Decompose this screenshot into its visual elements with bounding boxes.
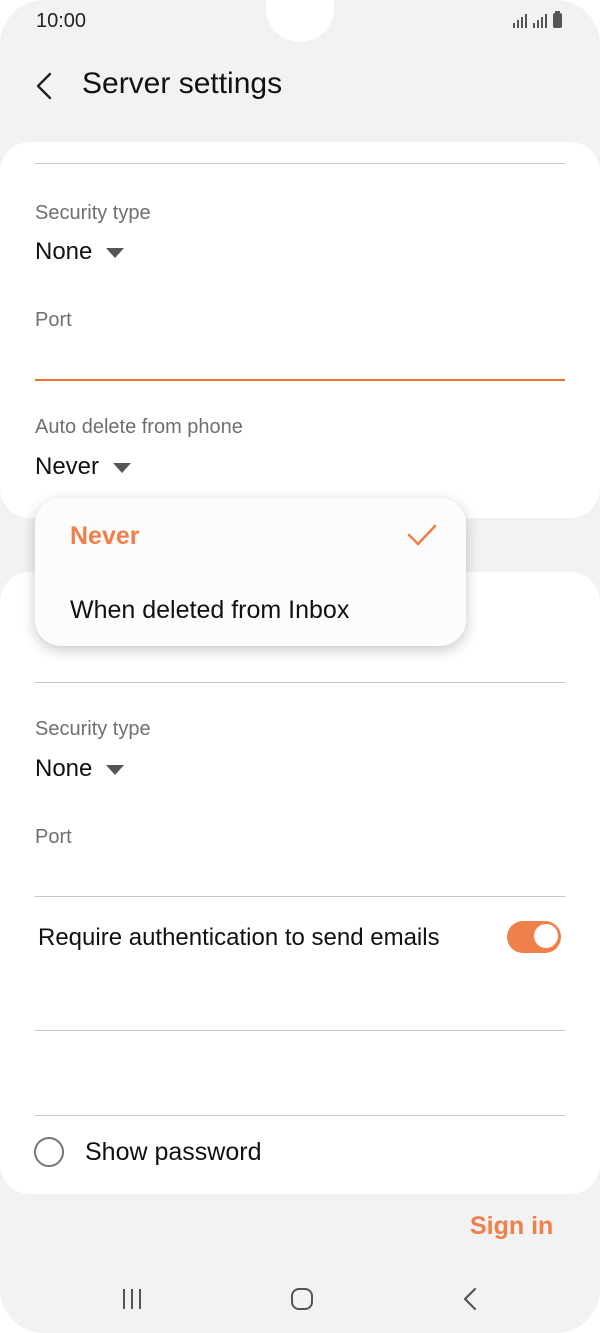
auto-delete-dropdown[interactable]: Never <box>35 453 132 481</box>
show-password-checkbox[interactable] <box>34 1137 64 1167</box>
divider <box>35 163 565 164</box>
show-password-label: Show password <box>85 1138 262 1166</box>
auto-delete-value: Never <box>35 453 100 480</box>
port-label: Port <box>35 826 72 848</box>
camera-notch <box>266 0 334 42</box>
nav-back-icon[interactable] <box>459 1286 483 1312</box>
phone-screen: 10:00 Server settings Security type None <box>0 0 600 1333</box>
status-bar: 10:00 <box>0 0 600 44</box>
port-input[interactable] <box>35 854 565 894</box>
security-type-dropdown[interactable]: None <box>35 238 125 266</box>
chevron-left-icon <box>36 72 52 100</box>
option-never[interactable]: Never <box>70 522 140 551</box>
auto-delete-label: Auto delete from phone <box>35 416 243 438</box>
divider <box>35 1115 565 1116</box>
recent-apps-button[interactable] <box>123 1289 141 1309</box>
require-auth-toggle[interactable] <box>507 921 561 953</box>
back-button[interactable] <box>24 64 68 108</box>
signal-icon-2 <box>533 12 547 28</box>
port-input-underline <box>35 896 565 897</box>
battery-icon <box>553 11 562 28</box>
incoming-settings-card: Security type None Port Auto delete from… <box>0 142 600 518</box>
dropdown-arrow-icon <box>106 765 125 775</box>
outgoing-settings-card: Security type None Port <box>0 572 600 1194</box>
page-title: Server settings <box>82 67 283 100</box>
signal-icon <box>513 12 527 28</box>
status-time: 10:00 <box>36 10 87 32</box>
divider <box>35 1030 565 1031</box>
port-label: Port <box>35 309 72 331</box>
require-auth-label: Require authentication to send emails <box>38 924 440 951</box>
dropdown-arrow-icon <box>113 463 132 473</box>
divider <box>35 682 565 683</box>
port-input[interactable] <box>35 338 565 376</box>
sign-in-button[interactable]: Sign in <box>470 1212 553 1241</box>
port-input-underline <box>35 379 565 381</box>
toggle-knob <box>533 923 559 949</box>
option-when-deleted-from-inbox[interactable]: When deleted from Inbox <box>70 596 349 625</box>
home-button[interactable] <box>291 1288 313 1310</box>
app-header: Server settings <box>0 50 600 130</box>
security-type-label: Security type <box>35 202 151 224</box>
security-type-dropdown[interactable]: None <box>35 755 125 783</box>
security-type-label: Security type <box>35 718 151 740</box>
auto-delete-options-popup: Never When deleted from Inbox <box>35 498 466 646</box>
security-type-value: None <box>35 238 93 265</box>
check-icon <box>407 524 437 546</box>
security-type-value: None <box>35 755 93 782</box>
status-icons <box>513 11 562 28</box>
dropdown-arrow-icon <box>106 248 125 258</box>
